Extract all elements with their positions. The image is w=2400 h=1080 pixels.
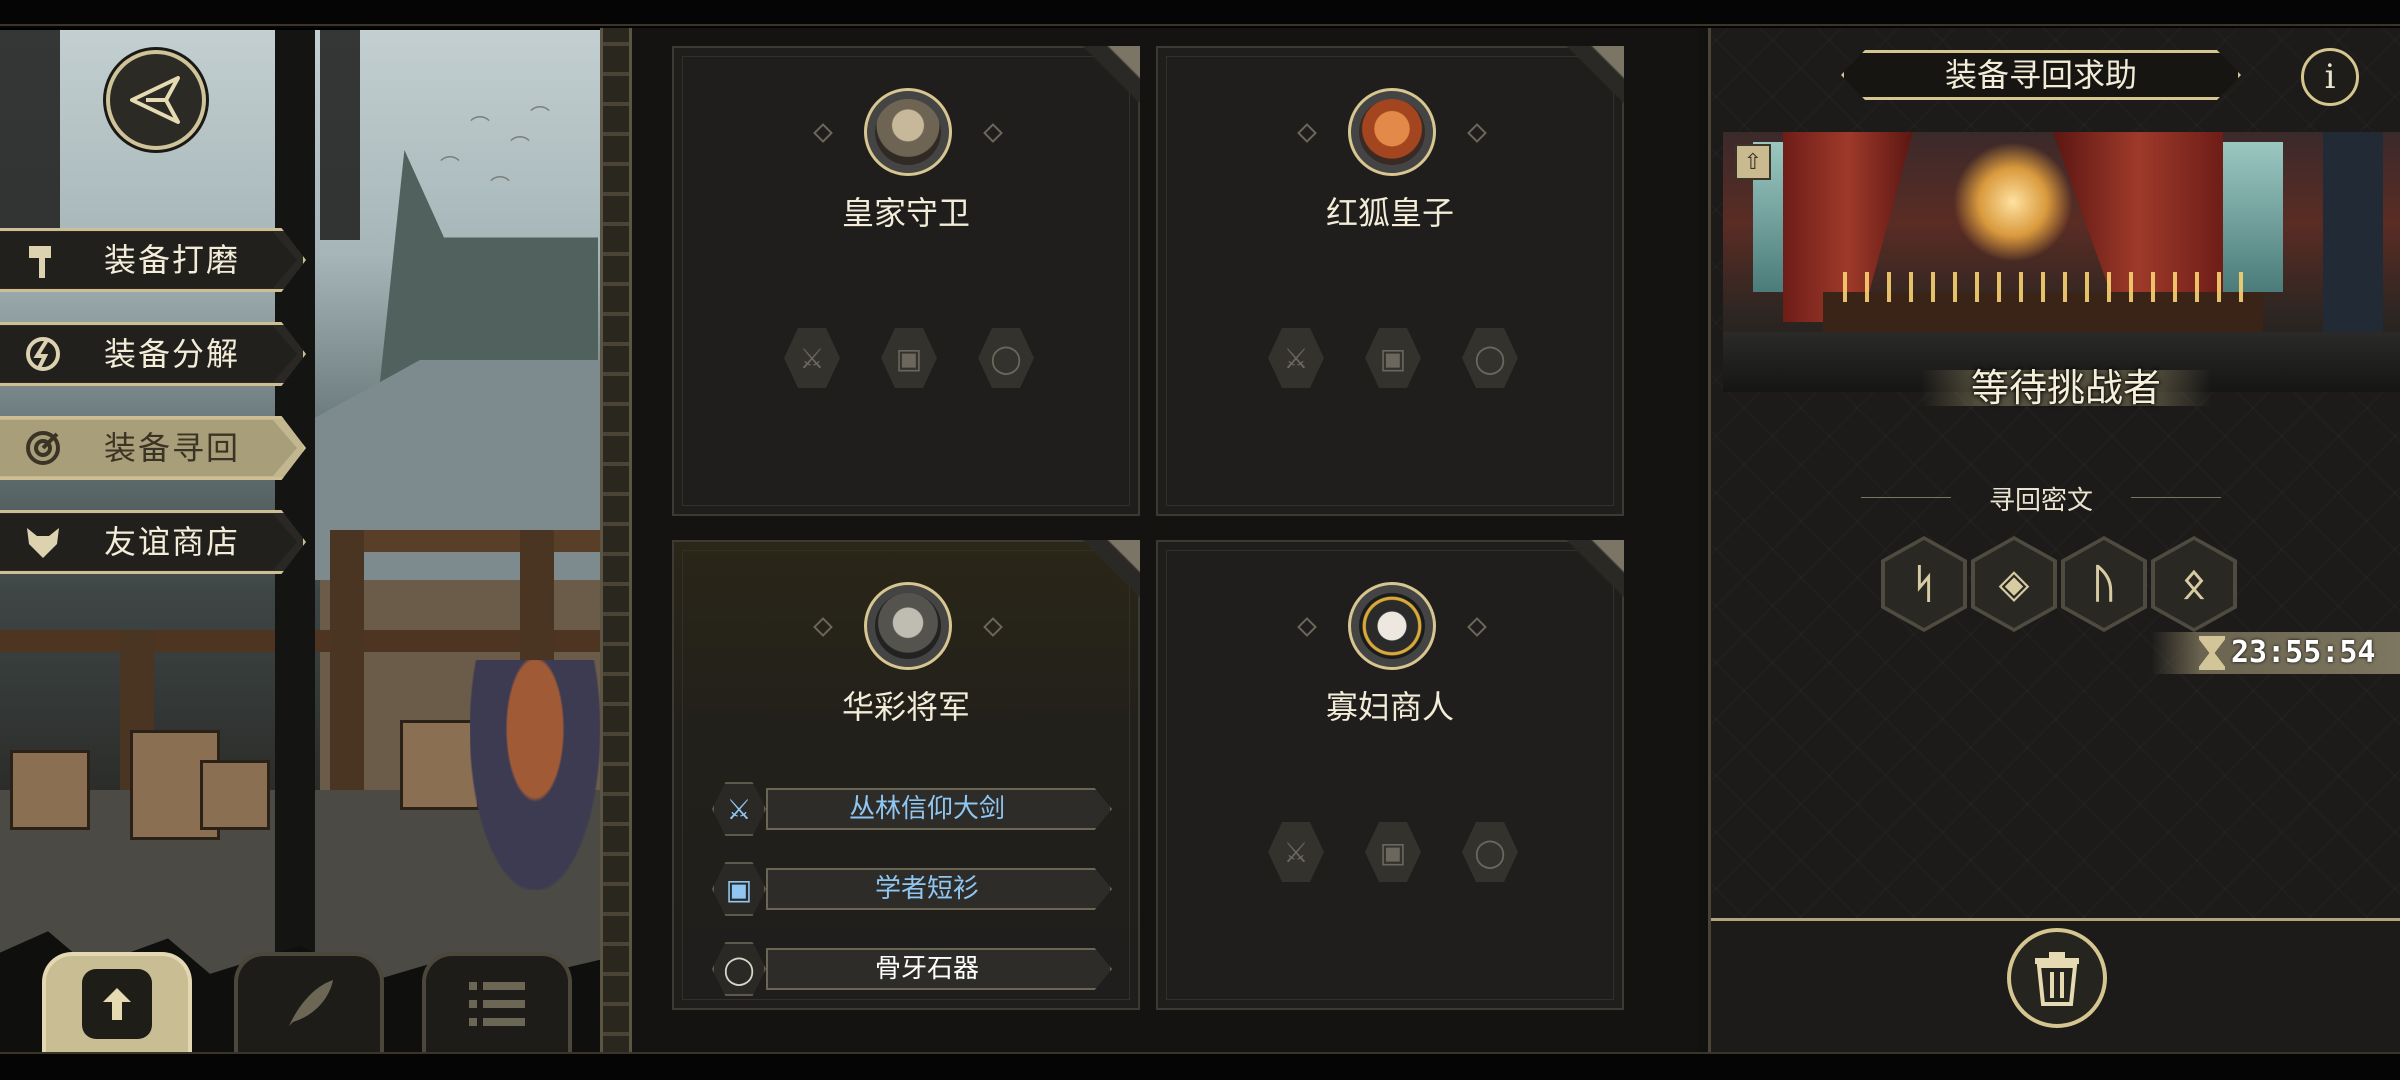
rune-glyph-icon: ᛟ — [2151, 536, 2237, 632]
tab-upload[interactable] — [42, 952, 192, 1052]
sword-slot-icon: ⚔ — [784, 328, 840, 388]
feather-icon — [289, 980, 333, 1026]
menu-item-decompose[interactable]: 装备分解 — [0, 322, 306, 386]
retrieve-icon — [22, 428, 64, 468]
widow-merchant-portrait — [1348, 582, 1436, 670]
hero-name: 华彩将军 — [841, 688, 970, 726]
ring-slot-icon: ◯ — [978, 328, 1034, 388]
rune-cipher: ᛋ ◈ ᚢ ᛟ — [1881, 536, 2241, 636]
menu-item-polish[interactable]: 装备打磨 — [0, 228, 306, 292]
retrieve-help-panel: 装备寻回求助 i ⇧ 等待挑战者 寻回密文 ᛋ ◈ ᚢ ᛟ 23:55:54 — [1698, 28, 2400, 1052]
armor-icon: ▣ — [712, 862, 766, 916]
rune-glyph-icon: ᛋ — [1881, 536, 1967, 632]
equipment-item[interactable]: ⚔ 丛林信仰大剑 — [712, 782, 1112, 836]
rune-glyph-icon: ◈ — [1971, 536, 2057, 632]
arena-image: ⇧ — [1723, 132, 2400, 392]
hero-card-grid: 皇家守卫 ⚔ ▣ ◯ 红狐皇子 ⚔ ▣ ◯ 华彩将军 ⚔ 丛林信仰大剑 ▣ 学者… — [632, 28, 1698, 1052]
hammer-icon — [22, 240, 64, 280]
share-icon[interactable]: ⇧ — [1735, 144, 1771, 180]
back-button[interactable] — [106, 50, 206, 150]
back-arrow-icon — [130, 76, 180, 124]
decompose-icon — [22, 334, 64, 374]
bottom-frame — [0, 1052, 2400, 1080]
hero-name: 红狐皇子 — [1325, 194, 1454, 232]
panel-title: 装备寻回求助 — [1841, 50, 2241, 100]
equipment-name: 骨牙石器 — [874, 954, 979, 984]
hero-card[interactable]: 华彩将军 ⚔ 丛林信仰大剑 ▣ 学者短衫 ◯ 骨牙石器 — [672, 540, 1140, 1010]
hero-card[interactable]: 寡妇商人 ⚔ ▣ ◯ — [1156, 540, 1624, 1010]
trash-icon — [2035, 952, 2079, 1006]
hero-name: 寡妇商人 — [1325, 688, 1454, 726]
delete-button[interactable] — [2007, 928, 2107, 1028]
ring-icon: ◯ — [712, 942, 766, 996]
sword-slot-icon: ⚔ — [1268, 822, 1324, 882]
menu-item-label: 装备寻回 — [104, 429, 241, 467]
hero-card[interactable]: 皇家守卫 ⚔ ▣ ◯ — [672, 46, 1140, 516]
equipment-name: 学者短衫 — [874, 874, 979, 904]
equipment-name: 丛林信仰大剑 — [848, 794, 1005, 824]
countdown-timer: 23:55:54 — [2151, 632, 2400, 674]
menu-item-label: 装备打磨 — [104, 241, 241, 279]
sword-slot-icon: ⚔ — [1268, 328, 1324, 388]
armor-slot-icon: ▣ — [1365, 328, 1421, 388]
armor-slot-icon: ▣ — [1365, 822, 1421, 882]
equipment-item[interactable]: ◯ 骨牙石器 — [712, 942, 1112, 996]
red-fox-prince-portrait — [1348, 88, 1436, 176]
tab-feather[interactable] — [234, 952, 384, 1052]
menu-item-friendship-shop[interactable]: 友谊商店 — [0, 510, 306, 574]
fox-icon — [22, 522, 64, 562]
top-frame — [0, 0, 2400, 28]
menu-item-label: 装备分解 — [104, 335, 241, 373]
list-icon — [469, 982, 525, 1026]
hero-name: 皇家守卫 — [841, 194, 970, 232]
panel-divider — [600, 28, 632, 1052]
tab-list[interactable] — [422, 952, 572, 1052]
ring-slot-icon: ◯ — [1462, 328, 1518, 388]
equipment-item[interactable]: ▣ 学者短衫 — [712, 862, 1112, 916]
info-button[interactable]: i — [2301, 48, 2359, 106]
sword-icon: ⚔ — [712, 782, 766, 836]
runes-label: 寻回密文 — [1861, 480, 2221, 517]
rune-glyph-icon: ᚢ — [2061, 536, 2147, 632]
ring-slot-icon: ◯ — [1462, 822, 1518, 882]
hero-card[interactable]: 红狐皇子 ⚔ ▣ ◯ — [1156, 46, 1624, 516]
upload-icon — [82, 969, 152, 1039]
menu-item-retrieve[interactable]: 装备寻回 — [0, 416, 306, 480]
status-banner: 等待挑战者 — [1921, 358, 2211, 418]
armor-slot-icon: ▣ — [881, 328, 937, 388]
menu-item-label: 友谊商店 — [104, 523, 241, 561]
splendid-general-portrait — [864, 582, 952, 670]
royal-guard-portrait — [864, 88, 952, 176]
